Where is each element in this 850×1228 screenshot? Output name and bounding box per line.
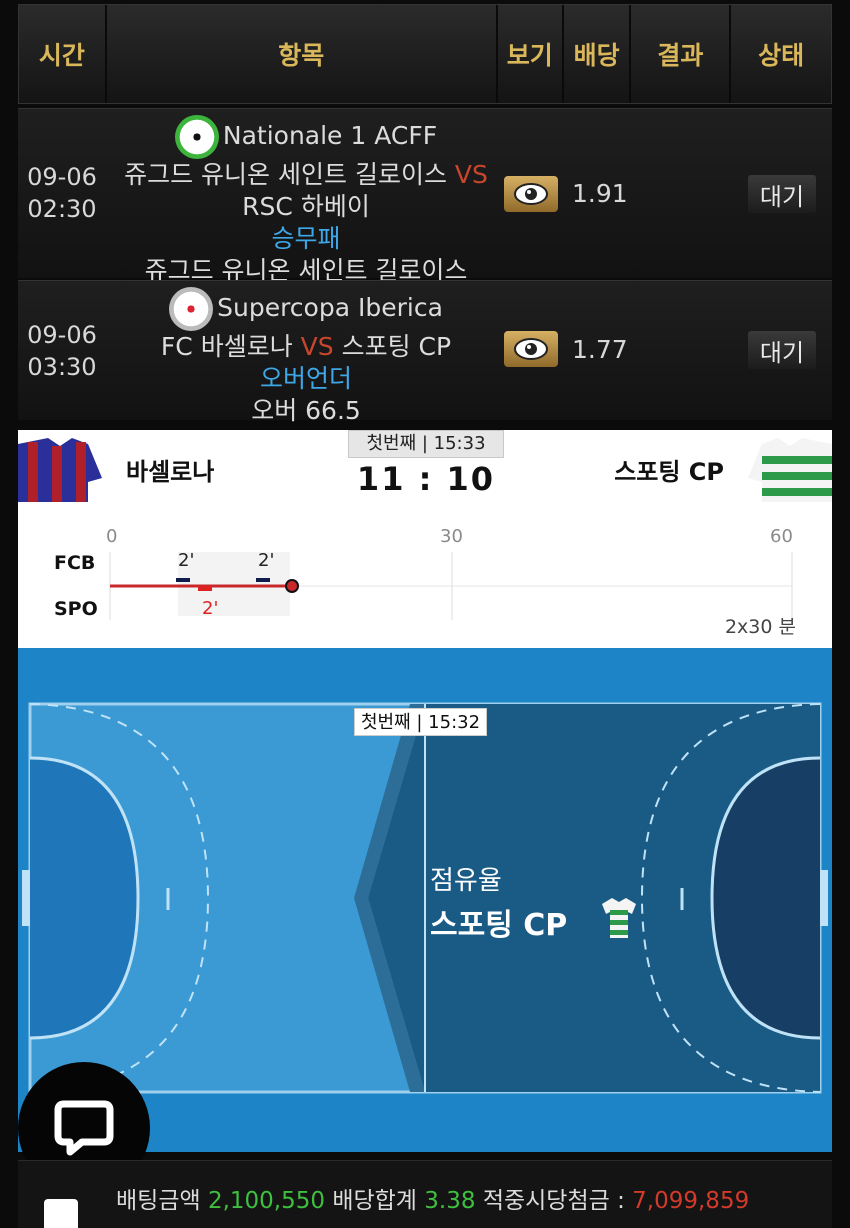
col-status: 상태 — [758, 41, 805, 70]
odds-value: 1.91 — [572, 179, 628, 208]
home-team: FC 바셀로나 — [160, 332, 293, 361]
market-type: 오버언더 — [259, 364, 352, 393]
handball-icon — [169, 287, 214, 331]
penalty-label: 2' — [202, 598, 219, 619]
match-duration: 2x30 분 — [724, 616, 796, 638]
league-name: Nationale 1 ACFF — [222, 121, 438, 150]
vs-label: VS — [300, 332, 334, 361]
row-time: 03:30 — [27, 353, 97, 381]
row-time: 02:30 — [27, 195, 97, 223]
row-item: Nationale 1 ACFF 쥬그드 유니온 세인트 길로이스 VS RSC… — [106, 115, 506, 287]
league-name: Supercopa Iberica — [217, 293, 443, 322]
penalty-label: 2' — [258, 550, 275, 571]
bet-summary: 배팅금액 2,100,550 배당합계 3.38 적중시당첨금 : 7,099,… — [18, 1160, 832, 1228]
bet-row: 09-06 02:30 Nationale 1 ACFF 쥬그드 유니온 세인트… — [18, 108, 832, 285]
row-datetime: 09-06 03:30 — [18, 319, 106, 383]
bet-amount: 2,100,550 — [207, 1188, 326, 1214]
row-datetime: 09-06 02:30 — [18, 161, 106, 225]
home-jersey-icon — [18, 438, 102, 502]
vs-label: VS — [454, 160, 488, 189]
away-team: 스포팅 CP — [341, 332, 452, 361]
bet-checkbox[interactable] — [44, 1199, 78, 1228]
score: 11 : 10 — [356, 460, 496, 498]
col-odds: 배당 — [564, 5, 632, 103]
status-badge: 대기 — [748, 175, 816, 213]
col-item: 항목 — [107, 5, 498, 103]
live-court: 첫번째 | 15:32 점유율 스포팅 CP — [18, 648, 832, 1152]
timeline-graph — [109, 552, 793, 620]
row-item: Supercopa Iberica FC 바셀로나 VS 스포팅 CP 오버언더… — [106, 287, 506, 427]
total-odds-label: 배당합계 — [332, 1188, 417, 1214]
total-odds: 3.38 — [424, 1188, 476, 1214]
possession-team: 스포팅 CP — [430, 908, 568, 943]
match-timeline: 0 30 60 FCB SPO 2' 2' 2' 2x30 분 — [18, 502, 832, 648]
penalty-label: 2' — [178, 550, 195, 571]
selection: 오버 66.5 — [251, 396, 361, 425]
home-team: 쥬그드 유니온 세인트 길로이스 — [124, 160, 447, 189]
status-badge: 대기 — [748, 331, 816, 369]
period-clock: 첫번째 | 15:33 — [348, 430, 504, 458]
away-jersey-icon — [602, 898, 636, 938]
live-scoreboard: 바셀로나 첫번째 | 15:33 11 : 10 스포팅 CP — [18, 430, 832, 502]
away-team-name: 스포팅 CP — [614, 458, 724, 486]
col-time: 시간 — [19, 5, 107, 103]
away-team: RSC 하베이 — [242, 192, 370, 221]
view-button[interactable] — [504, 176, 558, 212]
bet-summary-line: 배팅금액 2,100,550 배당합계 3.38 적중시당첨금 : 7,099,… — [116, 1181, 749, 1215]
eye-icon — [514, 183, 548, 205]
view-button[interactable] — [504, 331, 558, 367]
bet-amount-label: 배팅금액 — [116, 1188, 201, 1214]
payout-label: 적중시당첨금 : — [482, 1188, 625, 1214]
chat-bubble-icon — [54, 1100, 114, 1156]
odds-value: 1.77 — [572, 335, 628, 364]
market-type: 승무패 — [271, 224, 341, 253]
bet-table-header: 시간 항목 보기 배당 결과 상태 — [18, 4, 832, 104]
bet-row: 09-06 03:30 Supercopa Iberica FC 바셀로나 VS… — [18, 280, 832, 425]
row-date: 09-06 — [27, 321, 97, 349]
home-team-name: 바셀로나 — [126, 458, 215, 486]
possession-title: 점유율 — [430, 866, 502, 896]
payout-amount: 7,099,859 — [632, 1188, 750, 1214]
row-date: 09-06 — [27, 163, 97, 191]
away-jersey-icon — [748, 438, 832, 502]
soccer-ball-icon — [174, 115, 219, 159]
col-view: 보기 — [498, 5, 564, 103]
court-period-clock: 첫번째 | 15:32 — [354, 708, 488, 736]
col-result: 결과 — [631, 5, 732, 103]
eye-icon — [514, 338, 548, 360]
